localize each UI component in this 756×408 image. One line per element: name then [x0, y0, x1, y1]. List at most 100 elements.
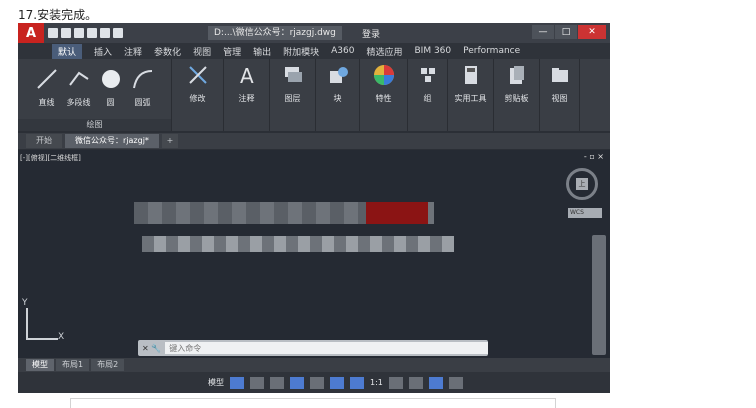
line-tool[interactable]: 直线: [35, 67, 59, 108]
block-label: 块: [333, 94, 342, 103]
workspace-gear-icon[interactable]: [388, 376, 403, 389]
ucs-icon: Y X: [22, 298, 65, 344]
layers-panel[interactable]: 图层: [270, 59, 316, 131]
layers-icon: [284, 67, 302, 82]
color-wheel-icon: [373, 65, 394, 85]
snap-icon[interactable]: [250, 376, 264, 389]
tab-view[interactable]: 视图: [193, 45, 211, 58]
annotation-scale[interactable]: 1:1: [370, 378, 383, 387]
isolate-icon[interactable]: [428, 376, 443, 389]
document-tabs: 开始 微信公众号：rjazgj* +: [18, 133, 610, 149]
properties-label: 特性: [375, 94, 392, 103]
minimize-button[interactable]: —: [532, 25, 554, 39]
polyline-label: 多段线: [66, 98, 91, 107]
ortho-icon[interactable]: [270, 376, 284, 389]
modify-panel[interactable]: 修改: [172, 59, 224, 131]
caption: 17.安装完成。: [18, 8, 98, 22]
add-icon[interactable]: [408, 376, 423, 389]
arc-icon: [132, 70, 152, 89]
save-icon[interactable]: [74, 28, 84, 38]
new-tab-button[interactable]: +: [161, 134, 178, 148]
viewcube-top-face[interactable]: 上: [576, 178, 588, 190]
modify-icon: [188, 66, 207, 84]
draw-panel-title[interactable]: 绘图: [18, 119, 171, 131]
new-file-icon[interactable]: [48, 28, 58, 38]
group-icon: [420, 68, 435, 82]
text-icon: A: [240, 64, 254, 87]
viewport-controls[interactable]: - ▫ ×: [584, 152, 604, 161]
arc-label: 圆弧: [134, 98, 151, 107]
tab-a360[interactable]: A360: [331, 46, 354, 56]
annotation-label: 注释: [238, 94, 255, 103]
draw-panel: 直线 多段线 圆 圆弧 绘图: [18, 59, 172, 131]
osnap-icon[interactable]: [310, 376, 324, 389]
viewport-label[interactable]: [-][俯视][二维线框]: [20, 153, 81, 163]
clipboard-panel[interactable]: 剪贴板: [494, 59, 540, 131]
polar-icon[interactable]: [290, 376, 304, 389]
polyline-icon: [68, 71, 89, 86]
tab-insert[interactable]: 插入: [94, 45, 112, 58]
calculator-icon: [464, 66, 477, 84]
utilities-panel[interactable]: 实用工具: [448, 59, 494, 131]
view-icon: [551, 68, 568, 82]
customize-menu-icon[interactable]: [448, 376, 463, 389]
blurred-watermark: [134, 202, 434, 224]
navigation-bar[interactable]: [592, 235, 606, 355]
arc-tool[interactable]: 圆弧: [131, 67, 155, 108]
properties-panel[interactable]: 特性: [360, 59, 408, 131]
circle-icon: [101, 70, 120, 88]
model-layout-tab[interactable]: 模型: [26, 359, 54, 371]
tab-default[interactable]: 默认: [52, 43, 83, 59]
undo-icon[interactable]: [113, 28, 123, 38]
close-button[interactable]: ✕: [578, 25, 606, 39]
start-tab[interactable]: 开始: [26, 134, 62, 148]
signin-button[interactable]: 登录: [362, 27, 380, 40]
save-as-icon[interactable]: [87, 28, 97, 38]
ucs-x-label: X: [58, 332, 65, 342]
modify-label: 修改: [189, 94, 206, 103]
viewcube[interactable]: 上: [566, 168, 598, 200]
maximize-button[interactable]: □: [555, 25, 577, 39]
view-panel[interactable]: 视图: [540, 59, 580, 131]
wcs-menu[interactable]: WCS: [568, 208, 602, 218]
command-line: ✕ 🔧: [138, 340, 488, 356]
annotation-panel[interactable]: A 注释: [224, 59, 270, 131]
tab-manage[interactable]: 管理: [223, 45, 241, 58]
command-tools[interactable]: ✕ 🔧: [142, 344, 161, 353]
line-label: 直线: [38, 98, 55, 107]
tab-performance[interactable]: Performance: [463, 46, 520, 56]
title-bar: A D:...\微信公众号：rjazgj.dwg 登录 — □ ✕: [18, 23, 610, 43]
ribbon-tabs: 默认 插入 注释 参数化 视图 管理 输出 附加模块 A360 精选应用 BIM…: [18, 43, 610, 59]
circle-label: 圆: [106, 98, 115, 107]
polyline-tool[interactable]: 多段线: [67, 67, 91, 108]
open-file-icon[interactable]: [61, 28, 71, 38]
model-space-button[interactable]: 模型: [208, 377, 224, 388]
circle-tool[interactable]: 圆: [99, 67, 123, 108]
block-icon: [329, 67, 348, 83]
command-input[interactable]: [165, 342, 488, 354]
block-panel[interactable]: 块: [316, 59, 360, 131]
print-icon[interactable]: [100, 28, 110, 38]
group-panel[interactable]: 组: [408, 59, 448, 131]
drawing-tab[interactable]: 微信公众号：rjazgj*: [65, 134, 159, 148]
tab-addins[interactable]: 附加模块: [283, 45, 319, 58]
tab-output[interactable]: 输出: [253, 45, 271, 58]
ribbon: 直线 多段线 圆 圆弧 绘图 修改 A 注释 图层 块 特性 组 实用工具 剪贴…: [18, 59, 610, 131]
ucs-y-label: Y: [22, 298, 28, 308]
lineweight-icon[interactable]: [330, 376, 344, 389]
tab-featured-apps[interactable]: 精选应用: [366, 45, 402, 58]
view-label: 视图: [551, 94, 568, 103]
drawing-canvas[interactable]: [-][俯视][二维线框] - ▫ × 上 WCS Y X ✕ 🔧: [18, 150, 610, 358]
layout1-tab[interactable]: 布局1: [56, 359, 90, 371]
autocad-logo-button[interactable]: A: [18, 23, 44, 43]
quick-access-toolbar: [48, 28, 123, 38]
clipboard-icon: [509, 66, 524, 84]
utilities-label: 实用工具: [454, 94, 487, 103]
tab-annotate[interactable]: 注释: [124, 45, 142, 58]
tab-bim360[interactable]: BIM 360: [414, 46, 451, 56]
annotation-visibility-icon[interactable]: [350, 376, 364, 389]
tab-parametric[interactable]: 参数化: [154, 45, 181, 58]
layout2-tab[interactable]: 布局2: [91, 359, 125, 371]
next-content-box: [70, 398, 556, 408]
grid-icon[interactable]: [230, 376, 244, 389]
